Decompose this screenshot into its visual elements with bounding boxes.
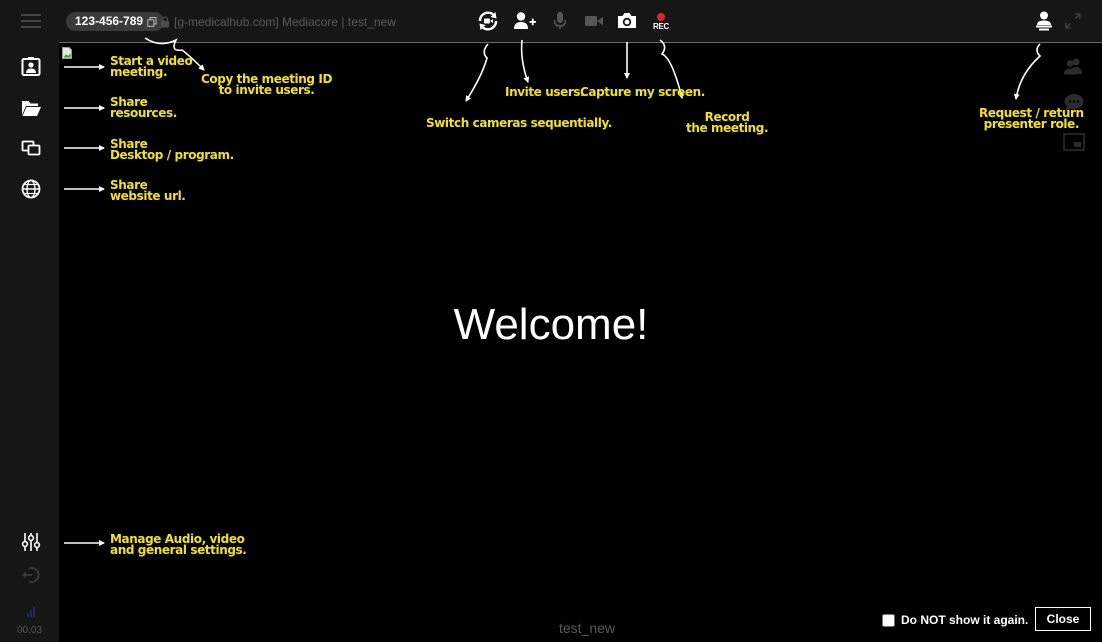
capture-screen-button[interactable] [614,8,640,34]
dont-show-label: Do NOT show it again. [901,613,1029,627]
lock-icon [161,16,169,28]
annotation-video: Start a video meeting. [110,54,193,79]
arrow-switch-cam [465,43,489,102]
dont-show-again[interactable]: Do NOT show it again. [882,613,1028,627]
fullscreen-icon [1065,13,1081,29]
participants-button[interactable] [1062,56,1086,78]
meeting-info-text: [g-medicalhub.com] Mediacore | test_new [174,15,396,29]
top-divider [59,42,1102,43]
share-resources-button[interactable] [20,97,42,119]
add-user-icon [514,12,536,29]
annotation-presenter: Request / return presenter role. [979,106,1084,131]
picture-in-picture-button[interactable] [1062,131,1086,153]
settings-button[interactable] [20,531,42,553]
camera-icon [618,13,636,28]
meeting-app: 123-456-789 [g-medicalhub.com] Mediacore… [0,0,1102,642]
fullscreen-button[interactable] [1064,12,1082,30]
hamburger-menu-icon[interactable] [20,10,42,32]
presenter-icon [1036,11,1052,31]
presenter-role-button[interactable] [1031,8,1057,34]
sliders-icon [21,533,41,551]
video-button[interactable] [581,8,607,34]
participants-icon [1064,58,1082,75]
annotation-settings: Manage Audio, video and general settings… [110,532,247,557]
globe-icon [21,179,41,199]
video-meeting-button[interactable] [20,56,42,78]
meeting-id: 123-456-789 [75,14,144,28]
video-meeting-icon [21,57,41,76]
record-label: REC [653,21,669,31]
picture-in-picture-icon [1063,133,1085,151]
share-desktop-button[interactable] [20,137,42,159]
arrow-presenter [1013,43,1042,100]
switch-camera-button[interactable] [475,8,501,34]
video-camera-icon [585,16,603,26]
meeting-info: [g-medicalhub.com] Mediacore | test_new [160,14,396,30]
annotation-invite: Invite users. [505,85,585,99]
record-button[interactable]: REC [648,8,674,34]
close-button[interactable]: Close [1035,607,1091,631]
share-website-button[interactable] [20,178,42,200]
meeting-id-pill[interactable]: 123-456-789 [66,12,165,31]
welcome-title: Welcome! [453,300,649,349]
invite-users-button[interactable] [512,8,538,34]
copy-icon[interactable] [147,16,157,27]
dont-show-checkbox[interactable] [882,613,895,627]
annotation-website: Share website url. [110,178,186,203]
annotation-record: Record the meeting. [686,110,769,135]
signal-strength-icon [20,604,42,618]
record-icon [657,12,665,21]
exit-icon [22,567,40,583]
arrow-invite [520,39,530,83]
annotation-capture: Capture my screen. [580,85,705,99]
annotation-copy-id: Copy the meeting ID to invite users. [201,72,333,97]
annotation-switch-cam: Switch cameras sequentially. [426,116,612,130]
switch-camera-icon [478,11,498,31]
top-bar: 123-456-789 [g-medicalhub.com] Mediacore… [0,0,1102,42]
annotation-resources: Share resources. [110,95,177,120]
microphone-button[interactable] [547,8,573,34]
annotation-desktop: Share Desktop / program. [110,137,234,162]
folder-icon [22,101,41,116]
share-desktop-icon [21,140,41,156]
microphone-icon [553,12,567,29]
leave-meeting-button[interactable] [20,564,42,586]
broken-image-icon [62,46,72,59]
